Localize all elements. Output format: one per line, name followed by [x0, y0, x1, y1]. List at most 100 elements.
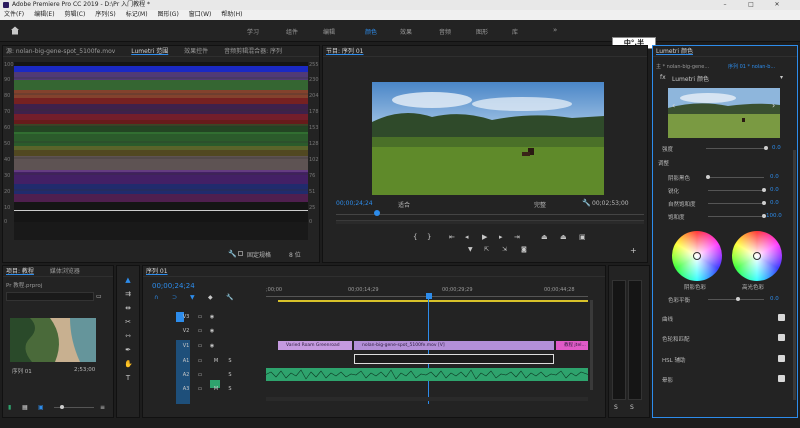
- tab-media-browser[interactable]: 媒体浏览器: [50, 266, 80, 276]
- clamp-checkbox[interactable]: [238, 251, 243, 256]
- tab-program[interactable]: 节目: 序列 01: [326, 46, 363, 56]
- track-label-a3[interactable]: A3: [182, 386, 190, 393]
- section-color-wheels[interactable]: 色轮和匹配: [662, 335, 690, 343]
- timeline-playhead-handle[interactable]: [426, 293, 432, 299]
- workspace-tab-libraries[interactable]: 库: [512, 27, 518, 36]
- workspace-tab-editing[interactable]: 编辑: [323, 27, 335, 36]
- lumetri-row-slider-1[interactable]: [708, 190, 764, 191]
- tab-project[interactable]: 项目: 教程: [6, 266, 34, 276]
- video-clip-v2-b[interactable]: nolan-big-gene-spot_5100fe.mov [V]: [354, 341, 554, 350]
- v3-toggle-output-icon[interactable]: ◉: [208, 314, 216, 321]
- project-menu-icon[interactable]: ≡: [100, 404, 105, 411]
- workspace-tab-audio[interactable]: 音频: [439, 27, 451, 36]
- tab-lumetri-color[interactable]: Lumetri 颜色: [656, 46, 693, 56]
- color-wheels-enable-checkbox[interactable]: [778, 334, 785, 341]
- wrench-icon[interactable]: 🔧: [228, 250, 237, 258]
- lumetri-sequence-clip[interactable]: 序列 01 * nolan-b...: [728, 63, 796, 70]
- lumetri-source-clip[interactable]: 主 * nolan-big-gene...: [656, 63, 726, 70]
- v1-sync-lock-icon[interactable]: ▭: [196, 343, 204, 350]
- play-icon[interactable]: ▶: [482, 233, 487, 241]
- audio-clip-a1[interactable]: [266, 368, 588, 381]
- workspace-tab-color[interactable]: 颜色: [365, 27, 377, 36]
- camera-icon[interactable]: ◙: [521, 246, 527, 253]
- timeline-playhead-line[interactable]: [428, 299, 429, 404]
- shadow-wheel-crosshair[interactable]: [693, 252, 701, 260]
- lumetri-effect-select[interactable]: Lumetri 颜色: [672, 74, 709, 83]
- zoom-fit-select[interactable]: 适合: [398, 200, 410, 209]
- menu-file[interactable]: 文件(F): [4, 10, 24, 20]
- timeline-settings-icon[interactable]: ◆: [208, 294, 213, 301]
- highlight-color-wheel[interactable]: [732, 231, 782, 281]
- go-to-in-icon[interactable]: ⇤: [449, 233, 455, 241]
- razor-tool-icon[interactable]: ✂: [124, 318, 132, 326]
- maximize-button[interactable]: □: [740, 0, 762, 10]
- linked-selection-icon[interactable]: ⊃: [172, 294, 177, 301]
- track-label-v3[interactable]: V3: [182, 314, 190, 321]
- project-item-name[interactable]: 序列 01: [12, 367, 32, 375]
- track-select-tool-icon[interactable]: ⇉: [124, 290, 132, 298]
- a1-solo-button[interactable]: S: [226, 358, 234, 365]
- compare-view-icon[interactable]: ▣: [579, 233, 586, 241]
- highlight-wheel-crosshair[interactable]: [753, 252, 761, 260]
- bit-depth-select[interactable]: 8 位: [289, 250, 301, 259]
- section-curves[interactable]: 曲线: [662, 315, 673, 323]
- lumetri-row-knob-1[interactable]: [762, 188, 766, 192]
- program-zoom-scroll[interactable]: [336, 220, 644, 224]
- button-editor-plus-icon[interactable]: +: [630, 246, 637, 255]
- lumetri-row-knob-2[interactable]: [762, 201, 766, 205]
- look-next-icon[interactable]: ›: [772, 101, 775, 110]
- project-search-input[interactable]: [6, 292, 94, 301]
- lumetri-scrollbar[interactable]: [793, 150, 796, 400]
- hsl-enable-checkbox[interactable]: [778, 355, 785, 362]
- menu-window[interactable]: 窗口(W): [189, 10, 212, 20]
- menu-help[interactable]: 帮助(H): [221, 10, 242, 20]
- lumetri-row-slider-2[interactable]: [708, 203, 764, 204]
- lift-icon[interactable]: ▼: [468, 246, 473, 253]
- a2-sync-lock-icon[interactable]: ▭: [196, 372, 204, 379]
- meter-solo-left-icon[interactable]: S: [614, 404, 618, 411]
- intensity-slider[interactable]: [706, 148, 766, 149]
- settings-wrench-icon[interactable]: 🔧: [582, 199, 591, 207]
- video-clip-v1[interactable]: [354, 354, 554, 364]
- balance-knob[interactable]: [736, 297, 740, 301]
- snap-icon[interactable]: ∩: [154, 294, 158, 301]
- menu-clip[interactable]: 剪辑(C): [64, 10, 85, 20]
- workspace-tab-effects[interactable]: 效果: [400, 27, 412, 36]
- v3-sync-lock-icon[interactable]: ▭: [196, 314, 204, 321]
- minimize-button[interactable]: –: [714, 0, 736, 10]
- program-scrub-bar[interactable]: [336, 214, 644, 215]
- type-tool-icon[interactable]: T: [124, 374, 132, 382]
- work-area-bar[interactable]: [278, 300, 588, 302]
- list-view-icon[interactable]: ▮: [8, 404, 11, 411]
- icon-view-icon[interactable]: ▦: [22, 404, 28, 411]
- a3-mute-button[interactable]: M: [212, 386, 220, 393]
- timeline-horizontal-scrollbar[interactable]: [266, 397, 588, 401]
- video-clip-v2-a[interactable]: Varied Roam Greenroad: [278, 341, 352, 350]
- step-forward-icon[interactable]: ▸: [499, 233, 503, 241]
- shadow-color-wheel[interactable]: [672, 231, 722, 281]
- meter-solo-right-icon[interactable]: S: [630, 404, 634, 411]
- step-back-icon[interactable]: ◂: [465, 233, 469, 241]
- a3-sync-lock-icon[interactable]: ▭: [196, 386, 204, 393]
- tab-audio-clip-mixer[interactable]: 音频剪辑混合器: 序列: [224, 46, 282, 56]
- a3-solo-button[interactable]: S: [226, 386, 234, 393]
- tab-sequence[interactable]: 序列 01: [146, 266, 168, 276]
- timeline-timecode[interactable]: 00;00;24;24: [152, 282, 195, 290]
- program-playhead[interactable]: [374, 210, 380, 216]
- curves-enable-checkbox[interactable]: [778, 314, 785, 321]
- add-marker-timeline-icon[interactable]: ▼: [190, 294, 195, 301]
- overwrite-icon[interactable]: ⏏: [560, 233, 567, 241]
- program-timecode[interactable]: 00;00;24;24: [336, 200, 373, 207]
- workspace-tab-assembly[interactable]: 组件: [286, 27, 298, 36]
- v1-toggle-output-icon[interactable]: ◉: [208, 343, 216, 350]
- tab-effect-controls[interactable]: 效果控件: [184, 46, 208, 56]
- a1-mute-button[interactable]: M: [212, 358, 220, 365]
- section-hsl-secondary[interactable]: HSL 辅助: [662, 356, 685, 364]
- add-marker-icon[interactable]: {: [413, 233, 417, 241]
- track-label-v2[interactable]: V2: [182, 328, 190, 335]
- extract-icon[interactable]: ⇱: [484, 246, 489, 253]
- lumetri-row-slider-3[interactable]: [708, 216, 764, 217]
- lumetri-row-value-2[interactable]: 0.0: [770, 200, 779, 206]
- track-label-a2[interactable]: A2: [182, 372, 190, 379]
- track-label-v1[interactable]: V1: [182, 343, 190, 350]
